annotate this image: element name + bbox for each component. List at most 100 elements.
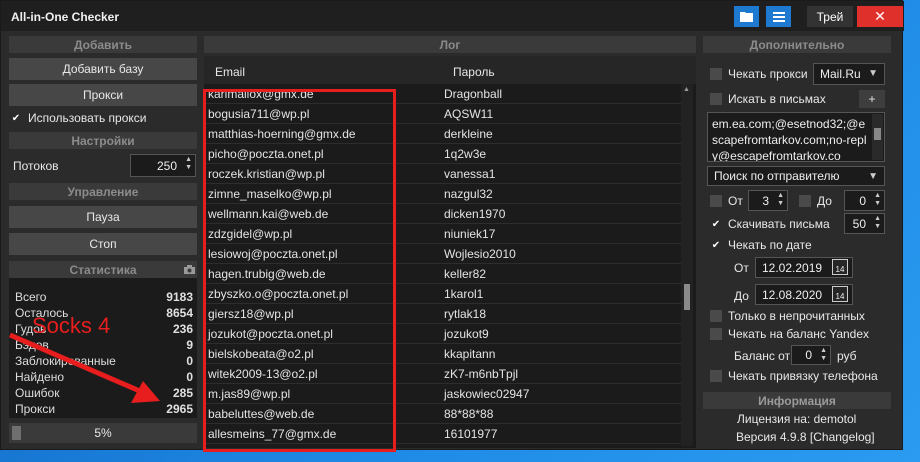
log-password: rytlak18 (444, 307, 487, 321)
textarea-scrollbar[interactable] (872, 114, 883, 160)
checkmark-icon: ✔ (711, 218, 721, 230)
version-text[interactable]: Версия 4.9.8 [Changelog] (736, 430, 875, 444)
control-header: Управление (9, 183, 197, 200)
log-row[interactable]: bielskobeata@o2.pl kkapitann (204, 344, 684, 364)
log-row[interactable]: babeluttes@web.de 88*88*88 (204, 404, 684, 424)
log-password: Wojlesio2010 (444, 247, 516, 261)
checkbox-box (799, 195, 811, 207)
log-row[interactable]: zimne_maselko@wp.pl nazgul32 (204, 184, 684, 204)
from-spinner[interactable]: 3 ▲ ▼ (748, 190, 788, 211)
log-row[interactable]: hagen.trubig@web.de keller82 (204, 264, 684, 284)
stat-row: Бэдов 9 (15, 338, 193, 352)
folder-icon[interactable] (734, 6, 759, 27)
threads-value: 250 (156, 158, 177, 173)
from-checkbox[interactable]: От (710, 194, 743, 208)
progress-bar: 5% (9, 423, 197, 443)
balance-spinner[interactable]: 0 ▲ ▼ (791, 345, 831, 365)
log-row[interactable]: karimallox@gmx.de Dragonball (204, 84, 684, 104)
log-header: Лог (204, 36, 696, 53)
check-by-date-checkbox[interactable]: ✔ Чекать по дате (710, 238, 812, 252)
yandex-balance-checkbox[interactable]: Чекать на баланс Yandex (710, 327, 869, 341)
spinner-arrows-icon[interactable]: ▲ ▼ (777, 192, 784, 208)
log-password: niuniek17 (444, 227, 496, 241)
check-phone-checkbox[interactable]: Чекать привязку телефона (710, 369, 878, 383)
date-from-value: 12.02.2019 (762, 260, 823, 275)
only-unread-label: Только в непрочитанных (728, 309, 865, 323)
to-checkbox[interactable]: До (799, 194, 832, 208)
yandex-balance-label: Чекать на баланс Yandex (728, 327, 870, 341)
scroll-thumb[interactable] (684, 284, 690, 310)
scroll-up-icon[interactable]: ▲ (683, 86, 690, 93)
search-by-value: Поиск по отправителю (714, 169, 840, 183)
log-row[interactable]: allesmeins_77@gmx.de 16101977 (204, 424, 684, 444)
log-email: m.jas89@wp.pl (208, 387, 291, 401)
log-row[interactable]: jozukot@poczta.onet.pl jozukot9 (204, 324, 684, 344)
add-base-button[interactable]: Добавить базу (9, 58, 197, 80)
stop-button[interactable]: Стоп (9, 233, 197, 255)
log-password: 1q2w3e (444, 147, 487, 161)
pause-button[interactable]: Пауза (9, 206, 197, 228)
only-unread-checkbox[interactable]: Только в непрочитанных (710, 309, 865, 323)
spinner-arrows-icon[interactable]: ▲ ▼ (874, 192, 881, 208)
extra-header: Дополнительно (703, 36, 891, 53)
log-row[interactable]: m.jas89@wp.pl jaskowiec02947 (204, 384, 684, 404)
checkbox-box (710, 195, 722, 207)
log-row[interactable]: witek2009-13@o2.pl zK7-m6nbTpjl (204, 364, 684, 384)
camera-icon[interactable] (184, 263, 195, 277)
log-row[interactable]: bogusia711@wp.pl AQSW11 (204, 104, 684, 124)
log-scrollbar[interactable]: ▲ (681, 84, 693, 446)
search-textarea-text: em.ea.com;@esetnod32;@escapefromtarkov.c… (712, 117, 867, 162)
from-value: 3 (762, 193, 769, 208)
search-by-select[interactable]: Поиск по отправителю ▼ (707, 166, 885, 186)
progress-text: 5% (94, 426, 112, 440)
spinner-arrows-icon[interactable]: ▲ ▼ (874, 215, 881, 231)
checkbox-box (710, 328, 722, 340)
log-password: derkleine (444, 127, 493, 141)
from-label: От (728, 194, 743, 208)
calendar-icon[interactable]: 14 (832, 286, 848, 302)
log-row[interactable]: zdzgidel@wp.pl niuniek17 (204, 224, 684, 244)
close-button[interactable]: ✕ (857, 6, 903, 27)
threads-spinner[interactable]: 250 ▲ ▼ (130, 154, 196, 177)
log-row[interactable]: lesiowoj@poczta.onet.pl Wojlesio2010 (204, 244, 684, 264)
checkbox-box (710, 310, 722, 322)
download-letters-label: Скачивать письма (728, 217, 830, 231)
settings-header: Настройки (9, 132, 197, 149)
stat-row: Найдено 0 (15, 370, 193, 384)
log-row[interactable]: roczek.kristian@wp.pl vanessa1 (204, 164, 684, 184)
tray-button[interactable]: Трей (807, 6, 853, 27)
add-search-button[interactable]: + (859, 90, 885, 108)
log-table: Email Пароль karimallox@gmx.de Dragonball… (204, 56, 696, 448)
proxy-button[interactable]: Прокси (9, 84, 197, 106)
log-row[interactable]: wellmann.kai@web.de dicken1970 (204, 204, 684, 224)
use-proxy-checkbox[interactable]: ✔ Использовать прокси (10, 111, 147, 125)
password-column-header[interactable]: Пароль (453, 65, 495, 79)
to-spinner[interactable]: 0 ▲ ▼ (844, 190, 885, 211)
search-letters-checkbox[interactable]: Искать в письмах (710, 92, 826, 106)
log-row[interactable]: zbyszko.o@poczta.onet.pl 1karol1 (204, 284, 684, 304)
service-select[interactable]: Mail.Ru ▼ (813, 63, 885, 85)
email-column-header[interactable]: Email (215, 65, 245, 79)
log-email: babeluttes@web.de (208, 407, 315, 421)
check-proxy-checkbox[interactable]: Чекать прокси (710, 67, 808, 81)
log-row[interactable]: picho@poczta.onet.pl 1q2w3e (204, 144, 684, 164)
calendar-icon[interactable]: 14 (832, 259, 848, 275)
log-email: allesmeins_77@gmx.de (208, 427, 337, 441)
log-column-headers: Email Пароль (204, 56, 696, 84)
balance-value: 0 (805, 348, 812, 362)
log-email: bielskobeata@o2.pl (208, 347, 314, 361)
spinner-arrows-icon[interactable]: ▲ ▼ (820, 347, 827, 363)
log-row[interactable]: giersz18@wp.pl rytlak18 (204, 304, 684, 324)
menu-icon[interactable] (766, 6, 791, 27)
download-spinner[interactable]: 50 ▲ ▼ (844, 213, 885, 234)
download-letters-checkbox[interactable]: ✔ Скачивать письма (710, 217, 830, 231)
date-to-label: До (734, 289, 749, 303)
log-password: 88*88*88 (444, 407, 494, 421)
log-password: AQSW11 (444, 107, 494, 121)
spinner-arrows-icon[interactable]: ▲ ▼ (185, 156, 192, 172)
date-from-label: От (734, 261, 749, 275)
textarea-scroll-thumb[interactable] (874, 128, 881, 140)
search-textarea[interactable]: em.ea.com;@esetnod32;@escapefromtarkov.c… (707, 112, 885, 162)
log-row[interactable]: matthias-hoerning@gmx.de derkleine (204, 124, 684, 144)
stat-row: Ошибок 285 (15, 386, 193, 400)
